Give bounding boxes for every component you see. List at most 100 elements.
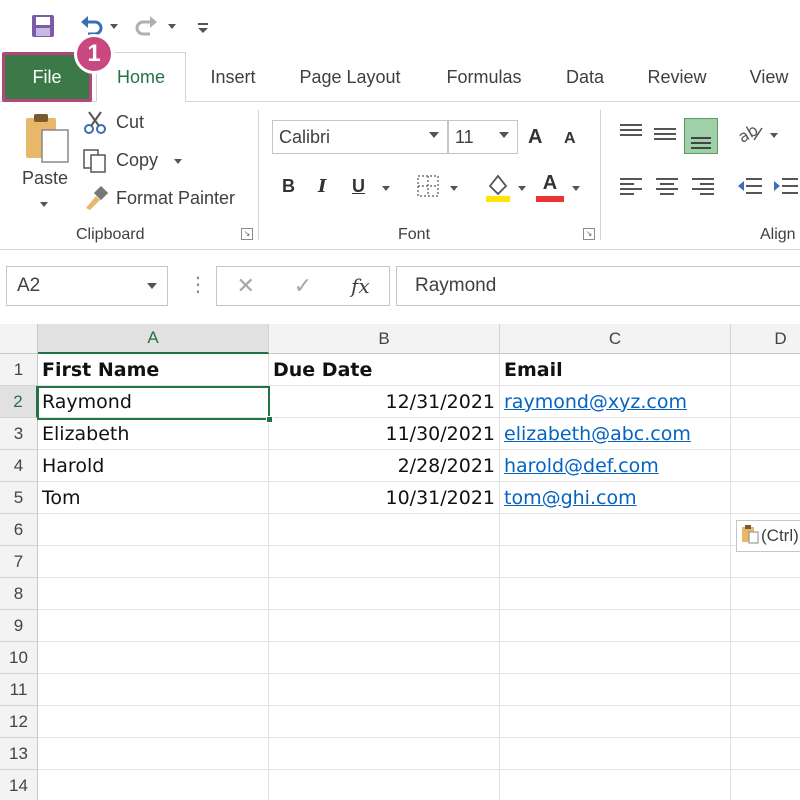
undo-dropdown-icon[interactable] bbox=[110, 24, 118, 29]
empty-cell[interactable] bbox=[269, 610, 500, 642]
align-right-icon[interactable] bbox=[692, 178, 714, 201]
row-header[interactable]: 4 bbox=[0, 450, 38, 482]
cell-a4[interactable]: Harold bbox=[38, 450, 269, 482]
empty-cell[interactable] bbox=[38, 642, 269, 674]
row-header[interactable]: 3 bbox=[0, 418, 38, 450]
paste-dropdown-icon[interactable] bbox=[40, 202, 48, 207]
tab-review[interactable]: Review bbox=[638, 52, 716, 102]
row-header[interactable]: 11 bbox=[0, 674, 38, 706]
orientation-icon[interactable]: ab bbox=[735, 120, 766, 151]
formula-bar-grip-icon[interactable]: ⋮ bbox=[188, 272, 208, 297]
insert-function-icon[interactable]: fx bbox=[332, 274, 389, 298]
fill-color-icon[interactable] bbox=[484, 172, 512, 207]
font-color-button[interactable]: A bbox=[536, 172, 564, 202]
cancel-entry-icon[interactable]: ✕ bbox=[217, 273, 274, 299]
cell-c3[interactable]: elizabeth@abc.com bbox=[500, 418, 731, 450]
empty-cell[interactable] bbox=[731, 738, 800, 770]
empty-cell[interactable] bbox=[38, 578, 269, 610]
empty-cell[interactable] bbox=[731, 354, 800, 386]
select-all-corner[interactable] bbox=[0, 324, 38, 354]
empty-cell[interactable] bbox=[731, 674, 800, 706]
empty-cell[interactable] bbox=[38, 674, 269, 706]
empty-cell[interactable] bbox=[731, 386, 800, 418]
empty-cell[interactable] bbox=[500, 642, 731, 674]
empty-cell[interactable] bbox=[269, 578, 500, 610]
empty-cell[interactable] bbox=[500, 738, 731, 770]
cut-button[interactable]: Cut bbox=[116, 112, 144, 133]
row-header[interactable]: 14 bbox=[0, 770, 38, 800]
empty-cell[interactable] bbox=[38, 610, 269, 642]
cell-a1[interactable]: First Name bbox=[38, 354, 269, 386]
empty-cell[interactable] bbox=[731, 642, 800, 674]
row-header[interactable]: 12 bbox=[0, 706, 38, 738]
empty-cell[interactable] bbox=[500, 706, 731, 738]
underline-button[interactable]: U bbox=[352, 176, 365, 197]
cell-c1[interactable]: Email bbox=[500, 354, 731, 386]
cell-a5[interactable]: Tom bbox=[38, 482, 269, 514]
cell-b3[interactable]: 11/30/2021 bbox=[269, 418, 500, 450]
decrease-indent-icon[interactable] bbox=[736, 176, 764, 203]
grow-font-button[interactable]: A bbox=[528, 126, 542, 149]
redo-icon[interactable] bbox=[134, 12, 160, 40]
column-header-a[interactable]: A bbox=[38, 324, 269, 354]
column-header-d[interactable]: D bbox=[731, 324, 800, 354]
cell-b4[interactable]: 2/28/2021 bbox=[269, 450, 500, 482]
empty-cell[interactable] bbox=[269, 674, 500, 706]
clipboard-launcher-icon[interactable]: ↘ bbox=[241, 228, 253, 240]
empty-cell[interactable] bbox=[731, 418, 800, 450]
empty-cell[interactable] bbox=[500, 770, 731, 800]
empty-cell[interactable] bbox=[38, 514, 269, 546]
font-size-select[interactable]: 11 bbox=[448, 120, 518, 154]
paste-button[interactable]: Paste bbox=[22, 168, 68, 189]
empty-cell[interactable] bbox=[500, 674, 731, 706]
redo-dropdown-icon[interactable] bbox=[168, 24, 176, 29]
align-left-icon[interactable] bbox=[620, 178, 642, 201]
row-header[interactable]: 7 bbox=[0, 546, 38, 578]
increase-indent-icon[interactable] bbox=[772, 176, 800, 203]
empty-cell[interactable] bbox=[731, 770, 800, 800]
cell-c5[interactable]: tom@ghi.com bbox=[500, 482, 731, 514]
bottom-align-icon[interactable] bbox=[684, 118, 718, 154]
row-header[interactable]: 8 bbox=[0, 578, 38, 610]
cell-c4[interactable]: harold@def.com bbox=[500, 450, 731, 482]
font-launcher-icon[interactable]: ↘ bbox=[583, 228, 595, 240]
empty-cell[interactable] bbox=[269, 770, 500, 800]
row-header[interactable]: 1 bbox=[0, 354, 38, 386]
cell-b1[interactable]: Due Date bbox=[269, 354, 500, 386]
tab-view[interactable]: View bbox=[740, 52, 798, 102]
empty-cell[interactable] bbox=[269, 738, 500, 770]
middle-align-icon[interactable] bbox=[654, 126, 676, 147]
empty-cell[interactable] bbox=[500, 546, 731, 578]
row-header[interactable]: 9 bbox=[0, 610, 38, 642]
empty-cell[interactable] bbox=[500, 514, 731, 546]
format-painter-button[interactable]: Format Painter bbox=[116, 188, 235, 209]
cell-c2[interactable]: raymond@xyz.com bbox=[500, 386, 731, 418]
align-center-icon[interactable] bbox=[656, 178, 678, 201]
cell-a2[interactable]: Raymond bbox=[38, 386, 269, 418]
empty-cell[interactable] bbox=[731, 482, 800, 514]
name-box[interactable]: A2 bbox=[6, 266, 168, 306]
fill-handle[interactable] bbox=[266, 416, 273, 423]
empty-cell[interactable] bbox=[731, 610, 800, 642]
column-header-b[interactable]: B bbox=[269, 324, 500, 354]
empty-cell[interactable] bbox=[500, 578, 731, 610]
empty-cell[interactable] bbox=[269, 546, 500, 578]
copy-dropdown-icon[interactable] bbox=[174, 159, 182, 164]
fill-color-dropdown-icon[interactable] bbox=[518, 186, 526, 191]
cell-b5[interactable]: 10/31/2021 bbox=[269, 482, 500, 514]
empty-cell[interactable] bbox=[269, 706, 500, 738]
enter-entry-icon[interactable]: ✓ bbox=[274, 273, 331, 299]
customize-qat-icon[interactable] bbox=[196, 12, 210, 40]
tab-formulas[interactable]: Formulas bbox=[436, 52, 532, 102]
cell-b2[interactable]: 12/31/2021 bbox=[269, 386, 500, 418]
underline-dropdown-icon[interactable] bbox=[382, 186, 390, 191]
copy-button[interactable]: Copy bbox=[116, 150, 158, 171]
row-header[interactable]: 13 bbox=[0, 738, 38, 770]
column-header-c[interactable]: C bbox=[500, 324, 731, 354]
empty-cell[interactable] bbox=[500, 610, 731, 642]
orientation-dropdown-icon[interactable] bbox=[770, 133, 778, 138]
paste-options-button[interactable]: (Ctrl) bbox=[736, 520, 800, 552]
empty-cell[interactable] bbox=[731, 450, 800, 482]
tab-data[interactable]: Data bbox=[556, 52, 614, 102]
font-color-dropdown-icon[interactable] bbox=[572, 186, 580, 191]
